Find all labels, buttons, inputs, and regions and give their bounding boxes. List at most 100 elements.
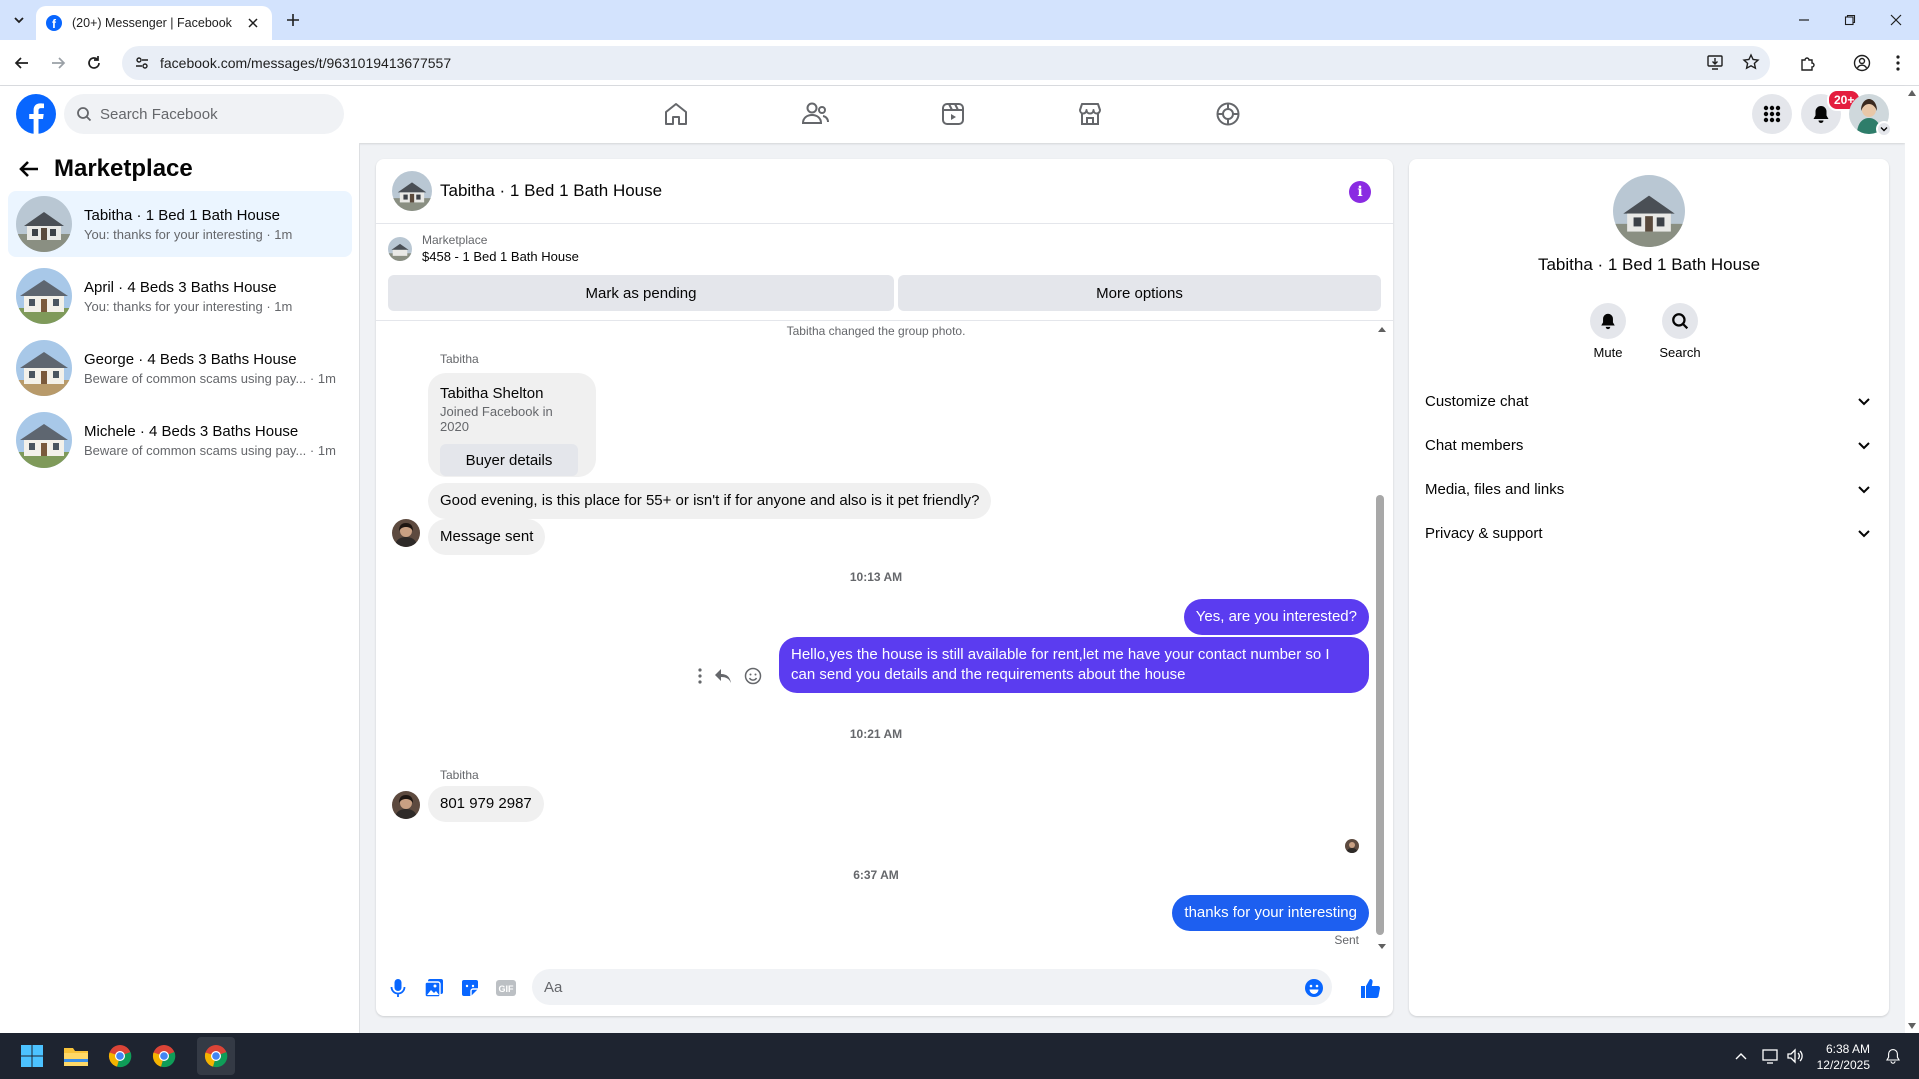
bookmark-star-icon[interactable] — [1742, 53, 1760, 71]
chat-members-section[interactable]: Chat members — [1417, 425, 1881, 465]
timestamp-separator: 10:13 AM — [849, 570, 903, 584]
site-settings-icon[interactable] — [134, 55, 150, 71]
listing-thumbnail — [16, 340, 72, 396]
sidebar-header: Marketplace — [18, 155, 193, 183]
conversation-name: Tabitha · 1 Bed 1 Bath House — [84, 206, 280, 224]
marketplace-icon[interactable] — [1060, 94, 1120, 134]
video-icon[interactable] — [923, 94, 983, 134]
attach-photo-icon[interactable] — [422, 976, 446, 1000]
browser-tab-bar: f (20+) Messenger | Facebook — [0, 0, 1919, 40]
facebook-header: Search Facebook 20+ — [0, 86, 1905, 143]
outgoing-message[interactable]: Hello,yes the house is still available f… — [779, 637, 1369, 693]
url-text: facebook.com/messages/t/9631019413677557 — [160, 55, 452, 71]
react-emoji-icon[interactable] — [744, 667, 762, 685]
chevron-down-icon — [1858, 486, 1870, 494]
conversation-item[interactable]: George · 4 Beds 3 Baths House Beware of … — [8, 335, 352, 401]
sticker-icon[interactable] — [458, 976, 482, 1000]
conversation-item[interactable]: Tabitha · 1 Bed 1 Bath House You: thanks… — [8, 191, 352, 257]
tab-close-icon[interactable] — [244, 14, 262, 32]
chat-scrollbar-thumb[interactable] — [1376, 495, 1384, 935]
chrome-profile-1-icon[interactable] — [105, 1041, 135, 1071]
reload-icon[interactable] — [83, 52, 105, 74]
address-bar[interactable]: facebook.com/messages/t/9631019413677557 — [122, 46, 1770, 80]
file-explorer-icon[interactable] — [61, 1041, 91, 1071]
chrome-profile-3-icon[interactable] — [201, 1041, 231, 1071]
mute-label: Mute — [1593, 345, 1623, 360]
browser-menu-icon[interactable] — [1887, 52, 1909, 74]
windows-start-icon[interactable] — [17, 1041, 47, 1071]
conversation-name: George · 4 Beds 3 Baths House — [84, 350, 297, 368]
conversation-item[interactable]: Michele · 4 Beds 3 Baths House Beware of… — [8, 407, 352, 473]
network-icon[interactable] — [1762, 1047, 1780, 1065]
privacy-support-section[interactable]: Privacy & support — [1417, 513, 1881, 553]
mute-button[interactable]: Mute — [1580, 303, 1636, 360]
menu-grid-icon[interactable] — [1752, 94, 1792, 134]
search-label: Search — [1659, 345, 1701, 360]
listing-price-title[interactable]: $458 - 1 Bed 1 Bath House — [422, 249, 579, 264]
system-clock[interactable]: 6:38 AM 12/2/2025 — [1800, 1041, 1870, 1073]
conversation-photo[interactable] — [1613, 175, 1685, 247]
listing-thumbnail[interactable] — [388, 236, 412, 261]
timestamp-separator: 10:21 AM — [849, 727, 903, 741]
more-options-dots-icon[interactable] — [698, 668, 702, 684]
mark-as-pending-button[interactable]: Mark as pending — [388, 275, 894, 311]
search-in-conversation-button[interactable]: Search — [1652, 303, 1708, 360]
outgoing-message[interactable]: thanks for your interesting — [1172, 895, 1369, 931]
chat-title[interactable]: Tabitha · 1 Bed 1 Bath House — [440, 181, 662, 201]
outgoing-message[interactable]: Yes, are you interested? — [1183, 599, 1369, 635]
media-files-links-section[interactable]: Media, files and links — [1417, 469, 1881, 509]
notification-center-icon[interactable] — [1884, 1047, 1902, 1065]
back-arrow-icon[interactable] — [18, 158, 40, 180]
emoji-picker-icon[interactable] — [1302, 976, 1326, 1000]
incoming-message[interactable]: 801 979 2987 — [428, 786, 544, 822]
forward-arrow-icon[interactable] — [47, 52, 69, 74]
search-icon — [77, 107, 92, 122]
profile-icon[interactable] — [1851, 52, 1873, 74]
scroll-up-arrow-icon[interactable] — [1377, 325, 1387, 333]
incoming-message[interactable]: Good evening, is this place for 55+ or i… — [428, 483, 992, 519]
incoming-message[interactable]: Message sent — [428, 519, 546, 555]
home-icon[interactable] — [646, 94, 706, 134]
minimize-window-icon[interactable] — [1781, 0, 1827, 40]
friends-icon[interactable] — [785, 94, 845, 134]
show-hidden-icons-chevron-icon[interactable] — [1732, 1047, 1750, 1065]
more-options-button[interactable]: More options — [898, 275, 1381, 311]
back-arrow-icon[interactable] — [11, 52, 33, 74]
message-input[interactable] — [532, 969, 1332, 1005]
listing-thumbnail — [16, 412, 72, 468]
close-window-icon[interactable] — [1873, 0, 1919, 40]
chat-avatar[interactable] — [392, 171, 432, 211]
extensions-puzzle-icon[interactable] — [1797, 52, 1819, 74]
page-scrollbar[interactable] — [1905, 86, 1919, 1033]
conversation-sidebar: Marketplace Tabitha · 1 Bed 1 Bath House… — [0, 143, 360, 1033]
gaming-icon[interactable] — [1198, 94, 1258, 134]
install-app-icon[interactable] — [1706, 53, 1724, 71]
chevron-down-icon — [1858, 442, 1870, 450]
facebook-search-input[interactable]: Search Facebook — [64, 94, 344, 134]
conversation-preview: Beware of common scams using pay... · 1m — [84, 370, 336, 386]
chat-header: Tabitha · 1 Bed 1 Bath House i — [376, 159, 1393, 224]
conversation-info-icon[interactable]: i — [1349, 181, 1371, 203]
sender-name: Tabitha — [440, 352, 479, 366]
tab-search-chevron-icon[interactable] — [8, 9, 30, 31]
voice-clip-microphone-icon[interactable] — [386, 976, 410, 1000]
scroll-down-arrow-icon[interactable] — [1377, 943, 1387, 951]
sender-avatar[interactable] — [392, 519, 420, 547]
customize-chat-section[interactable]: Customize chat — [1417, 381, 1881, 421]
listing-banner: Marketplace $458 - 1 Bed 1 Bath House Ma… — [376, 225, 1393, 321]
reply-icon[interactable] — [714, 668, 732, 684]
browser-tab-messenger[interactable]: f (20+) Messenger | Facebook — [36, 6, 272, 40]
sidebar-title: Marketplace — [54, 155, 193, 182]
chrome-profile-2-icon[interactable] — [149, 1041, 179, 1071]
buyer-details-button[interactable]: Buyer details — [440, 444, 578, 476]
facebook-logo-icon[interactable] — [16, 94, 56, 134]
conversation-item[interactable]: April · 4 Beds 3 Baths House You: thanks… — [8, 263, 352, 329]
account-chevron-down-icon[interactable] — [1876, 121, 1892, 137]
gif-icon[interactable]: GIF — [494, 976, 518, 1000]
like-thumbs-up-icon[interactable] — [1358, 976, 1382, 1000]
restore-window-icon[interactable] — [1827, 0, 1873, 40]
sender-avatar[interactable] — [392, 791, 420, 819]
svg-text:GIF: GIF — [499, 984, 515, 994]
new-tab-plus-icon[interactable] — [282, 9, 304, 31]
chat-panel: Tabitha · 1 Bed 1 Bath House i Marketpla… — [376, 159, 1393, 1016]
